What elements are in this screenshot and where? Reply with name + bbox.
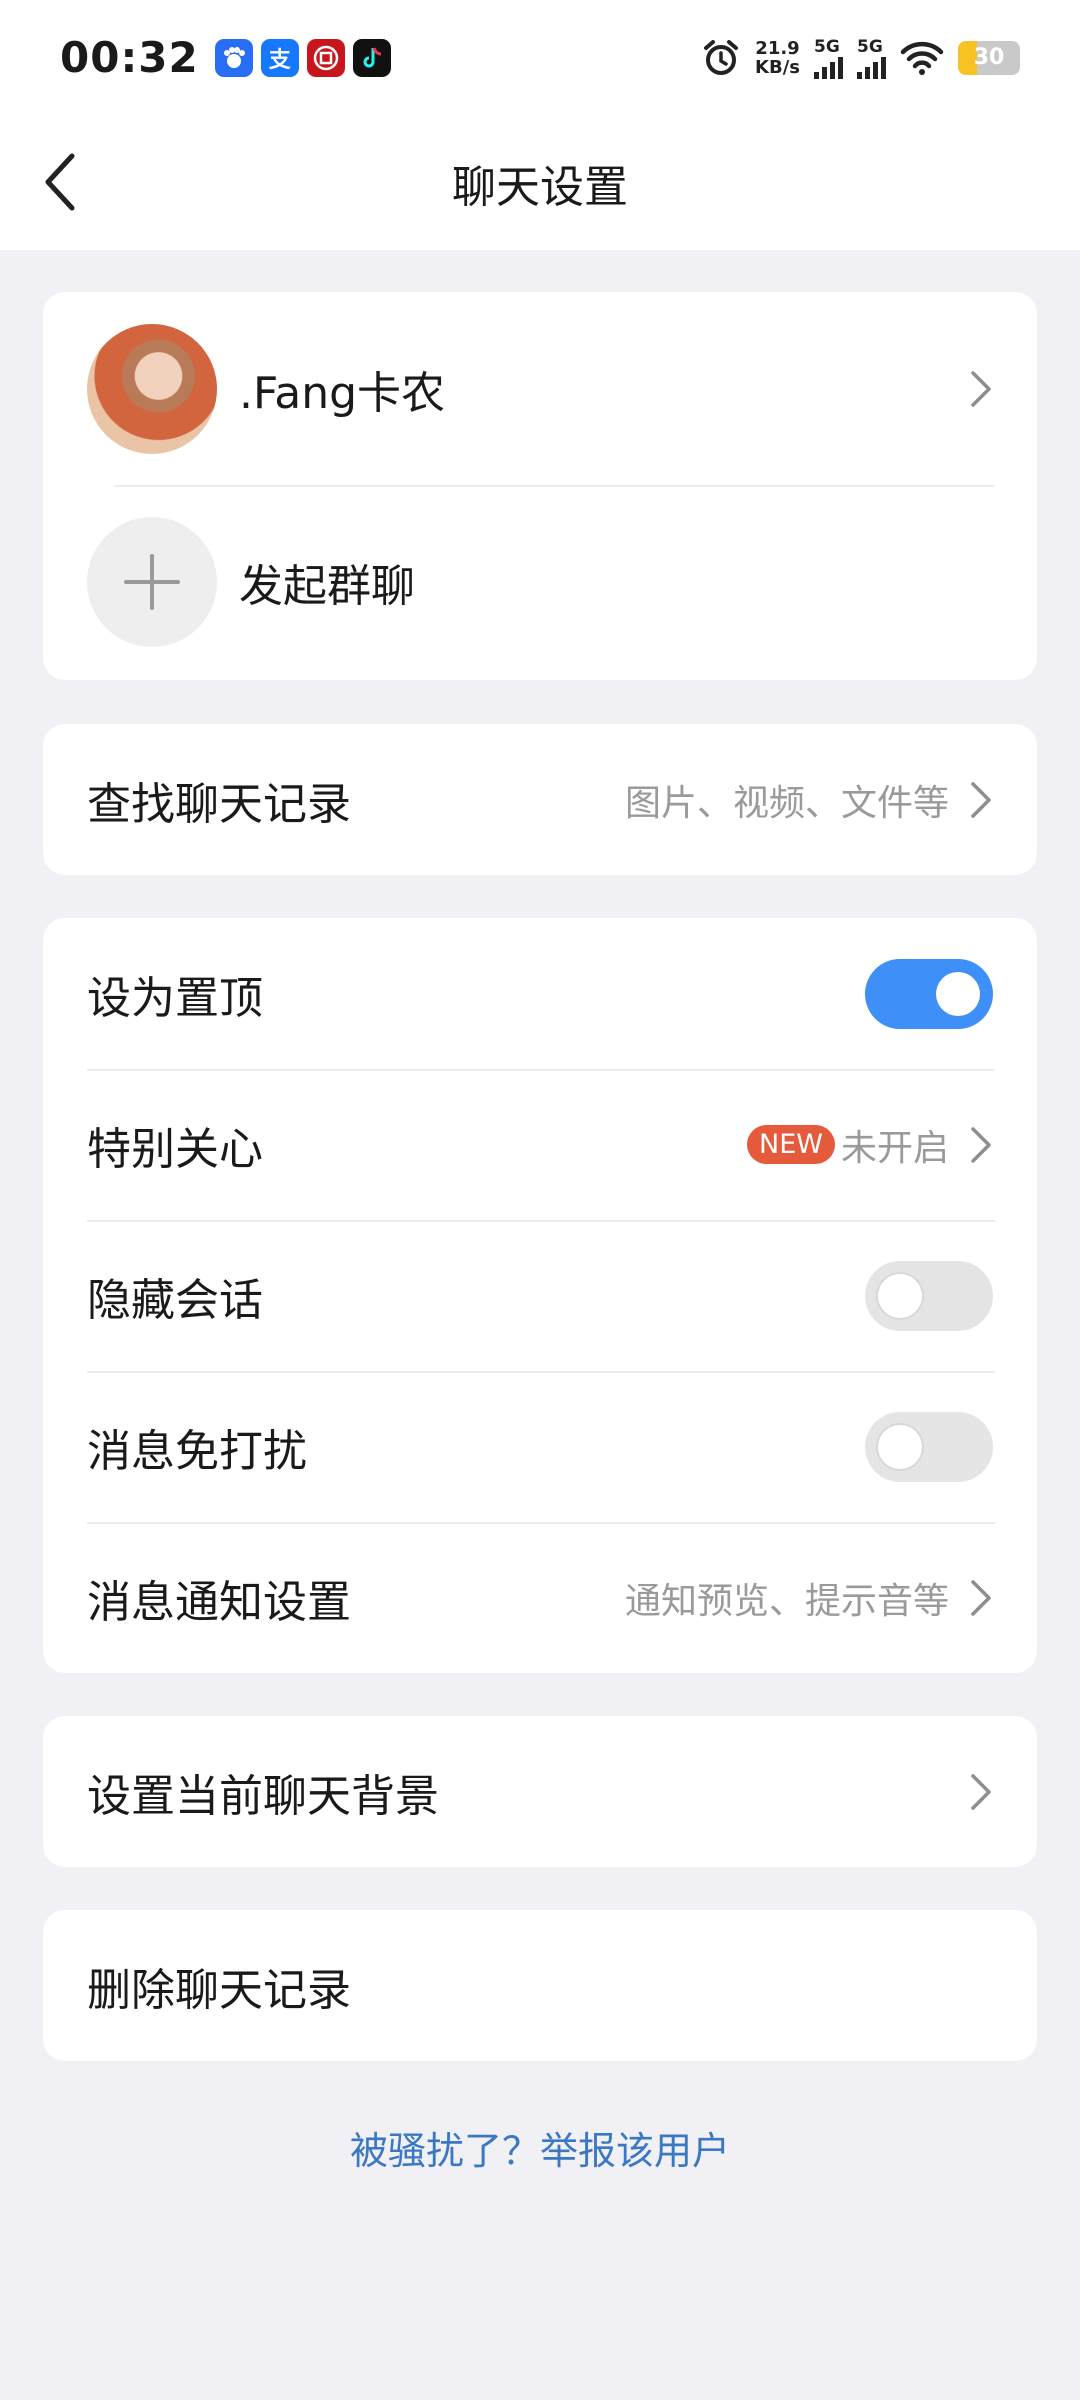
- chat-background-card: 设置当前聊天背景: [43, 1716, 1037, 1867]
- mute-row: 消息免打扰: [43, 1371, 1037, 1522]
- chevron-right-icon: [971, 1579, 991, 1616]
- chat-background-label: 设置当前聊天背景: [87, 1770, 439, 1822]
- signal-bars-icon: [814, 56, 843, 79]
- chevron-right-icon: [971, 781, 991, 818]
- hide-chat-toggle[interactable]: [865, 1260, 993, 1331]
- pin-chat-toggle[interactable]: [865, 958, 993, 1029]
- chat-background-row[interactable]: 设置当前聊天背景: [43, 1716, 1037, 1867]
- notification-settings-label: 消息通知设置: [87, 1576, 351, 1628]
- bank-icon: [306, 38, 345, 77]
- signal-2: 5G: [857, 37, 886, 79]
- nav-bar: 聊天设置: [0, 115, 1080, 250]
- hide-chat-label: 隐藏会话: [87, 1274, 263, 1326]
- special-care-row[interactable]: 特别关心 NEW 未开启: [43, 1069, 1037, 1220]
- battery-level: 30: [973, 45, 1005, 70]
- chat-background-right: [969, 1772, 993, 1812]
- start-group-chat-label: 发起群聊: [239, 560, 415, 612]
- plus-icon: [124, 553, 180, 610]
- chevron-right-icon: [971, 1126, 991, 1163]
- toggle-knob: [878, 1273, 922, 1318]
- chat-settings-card: 设为置顶 特别关心 NEW 未开启 隐藏会话 消息免打扰 消息通知设置 通知预览…: [43, 918, 1037, 1673]
- network-speed-unit: KB/s: [755, 56, 800, 78]
- report-user-link[interactable]: 被骚扰了？举报该用户: [0, 2120, 1080, 2175]
- toggle-knob: [878, 1424, 922, 1469]
- add-member-button[interactable]: [87, 516, 217, 647]
- mute-right: [865, 1411, 993, 1482]
- start-group-chat-row[interactable]: 发起群聊: [43, 485, 1037, 678]
- back-button[interactable]: [30, 149, 90, 215]
- notification-settings-right: 通知预览、提示音等: [625, 1572, 993, 1624]
- signal-1-label: 5G: [814, 36, 840, 57]
- status-time: 00:32: [60, 33, 199, 82]
- notification-settings-hint: 通知预览、提示音等: [624, 1580, 949, 1622]
- signal-1: 5G: [814, 37, 843, 79]
- pin-chat-right: [865, 958, 993, 1029]
- search-history-row[interactable]: 查找聊天记录 图片、视频、文件等: [43, 724, 1037, 875]
- tiktok-icon: [352, 38, 391, 77]
- baidu-icon: [214, 38, 253, 77]
- chevron-right-icon: [971, 370, 991, 407]
- wifi-icon: [900, 41, 944, 75]
- signal-bars-icon: [857, 56, 886, 79]
- alipay-icon: 支: [260, 38, 299, 77]
- special-care-right: NEW 未开启: [747, 1119, 993, 1171]
- avatar[interactable]: [87, 323, 217, 454]
- alarm-icon: [704, 39, 739, 75]
- search-history-card: 查找聊天记录 图片、视频、文件等: [43, 724, 1037, 875]
- notification-settings-row[interactable]: 消息通知设置 通知预览、提示音等: [43, 1522, 1037, 1673]
- delete-history-card: 删除聊天记录: [43, 1910, 1037, 2061]
- chevron-right-icon: [971, 1773, 991, 1810]
- signal-2-label: 5G: [857, 36, 883, 57]
- special-care-status: 未开启: [840, 1127, 949, 1169]
- battery-icon: 30: [958, 40, 1020, 75]
- new-badge: NEW: [747, 1125, 835, 1164]
- search-history-label: 查找聊天记录: [87, 778, 351, 830]
- network-speed-value: 21.9: [755, 37, 800, 59]
- network-speed: 21.9 KB/s: [755, 39, 800, 77]
- status-bar: 00:32 支 21.9 KB/s 5G 5G 30: [0, 0, 1080, 115]
- profile-card: .Fang卡农 发起群聊: [43, 292, 1037, 680]
- profile-name: .Fang卡农: [239, 367, 446, 419]
- search-history-hint: 图片、视频、文件等: [624, 782, 949, 824]
- pin-chat-label: 设为置顶: [87, 972, 263, 1024]
- profile-row[interactable]: .Fang卡农: [43, 292, 1037, 485]
- hide-chat-right: [865, 1260, 993, 1331]
- page-title: 聊天设置: [452, 161, 628, 213]
- status-app-icons: 支: [214, 38, 391, 77]
- pin-chat-row: 设为置顶: [43, 918, 1037, 1069]
- hide-chat-row: 隐藏会话: [43, 1220, 1037, 1371]
- toggle-knob: [936, 971, 980, 1016]
- delete-history-row[interactable]: 删除聊天记录: [43, 1910, 1037, 2061]
- status-right: 21.9 KB/s 5G 5G 30: [701, 37, 1020, 79]
- profile-row-right: [969, 369, 993, 409]
- mute-label: 消息免打扰: [87, 1425, 307, 1477]
- mute-toggle[interactable]: [865, 1411, 993, 1482]
- delete-history-label: 删除聊天记录: [87, 1964, 351, 2016]
- special-care-label: 特别关心: [87, 1123, 263, 1175]
- search-history-right: 图片、视频、文件等: [625, 774, 993, 826]
- chevron-left-icon: [45, 153, 75, 211]
